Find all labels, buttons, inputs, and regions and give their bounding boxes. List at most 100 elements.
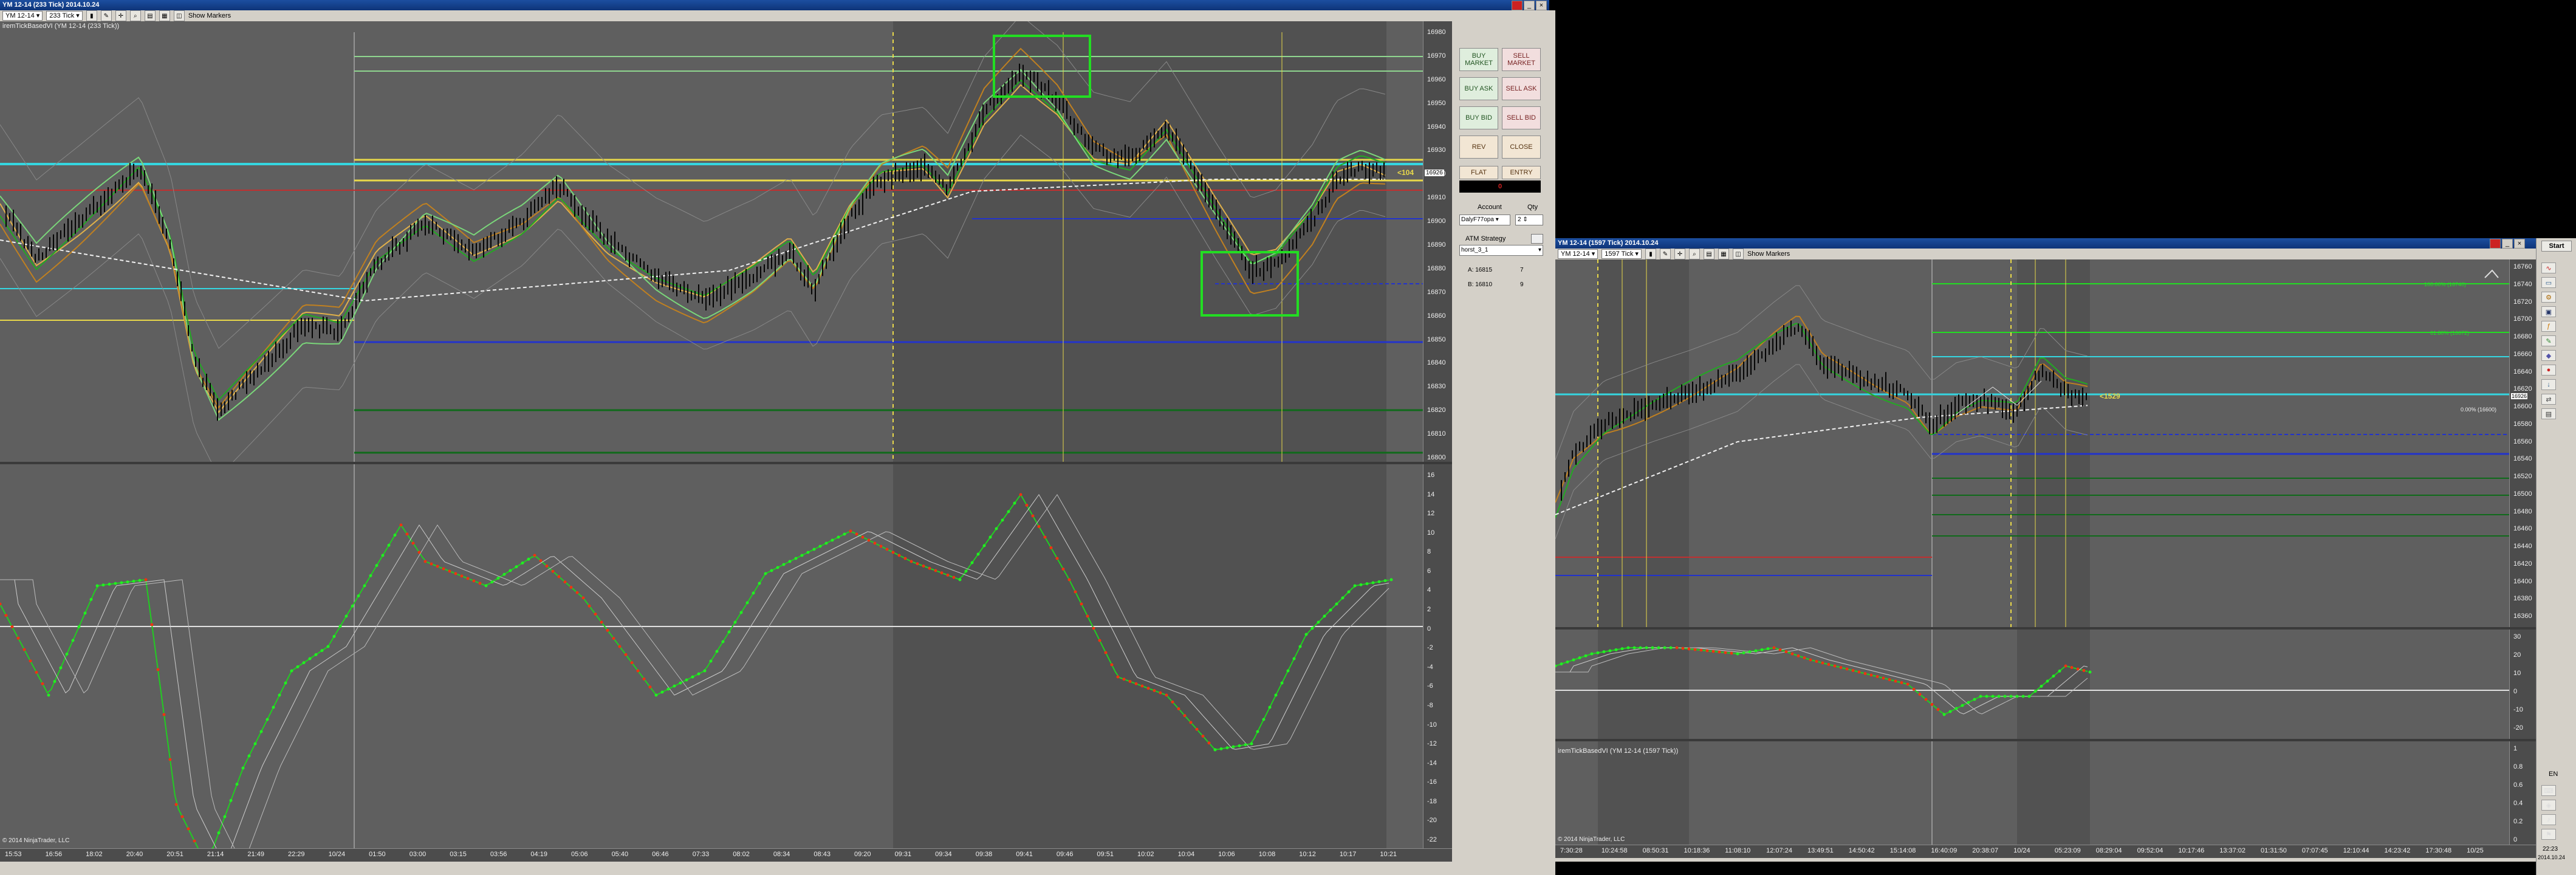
price-axis[interactable]: 1698016970169601695016940169301692016910…	[1423, 21, 1452, 462]
account-select[interactable]: DalyF77opa ▾	[1459, 214, 1510, 225]
time-tick: 10:17	[1339, 851, 1357, 858]
pen-icon[interactable]: ✎	[2541, 335, 2556, 346]
chart-icon[interactable]: ∿	[2541, 262, 2556, 273]
qty-stepper[interactable]: 2 ⇕	[1515, 214, 1543, 225]
time-axis[interactable]: 15:53 16:56 18:02 20:40 20:51 21:14 21:49 22:29…	[0, 848, 1452, 862]
osc-dot	[606, 628, 609, 632]
buy-ask-button[interactable]: BUY ASK	[1459, 77, 1498, 100]
second-oscillator-panel[interactable]	[1555, 630, 2509, 739]
second-oscillator-axis[interactable]: 30 20 10 0 -10 -20	[2509, 630, 2536, 739]
second-time-axis[interactable]: 7:30:28 10:24:58 08:50:31 10:18:36 11:08:10 1…	[1555, 845, 2536, 858]
properties-icon[interactable]: ▤	[1703, 249, 1714, 259]
collapse-icon[interactable]	[2484, 269, 2499, 278]
bar-type-icon[interactable]: ▮	[86, 10, 97, 21]
pencil-icon[interactable]: ✎	[1659, 249, 1671, 259]
crosshair-icon[interactable]: ✛	[1674, 249, 1685, 259]
osc-dot	[1869, 673, 1873, 677]
entry-button[interactable]: ENTRY	[1502, 166, 1541, 179]
buy-bid-button[interactable]: BUY BID	[1459, 106, 1498, 129]
date: 2014.10.24	[2538, 854, 2566, 860]
interval-selector[interactable]: 233 Tick ▾	[46, 11, 83, 21]
zoom-icon[interactable]: ⌕	[129, 10, 141, 21]
osc-dot	[1159, 691, 1162, 695]
sell-ask-button[interactable]: SELL ASK	[1502, 77, 1541, 100]
second-indicator-axis[interactable]: 1 0.8 0.6 0.4 0.2 0	[2509, 741, 2536, 845]
close-icon[interactable]: ×	[1536, 1, 1547, 10]
instrument-selector[interactable]: YM 12-14 ▾	[1558, 249, 1598, 259]
sell-bid-button[interactable]: SELL BID	[1502, 106, 1541, 129]
download-icon[interactable]: ↓	[2541, 379, 2556, 390]
price-tick: 16960	[1427, 75, 1446, 83]
time-tick: 10:06	[1218, 851, 1235, 858]
red-alert-icon[interactable]	[2490, 239, 2501, 249]
osc-dot	[1116, 675, 1120, 679]
time-tick: 15:53	[5, 851, 22, 858]
osc-dot	[1675, 646, 1679, 650]
save-icon[interactable]: ▣	[2541, 306, 2556, 317]
show-markers-label[interactable]: Show Markers	[188, 12, 231, 19]
volume-icon[interactable]: ♪	[2541, 814, 2556, 825]
fx-icon[interactable]: ƒ	[2541, 321, 2556, 332]
red-alert-icon[interactable]	[1512, 1, 1523, 10]
osc-dot	[1019, 493, 1023, 496]
bar-type-icon[interactable]: ▮	[1645, 249, 1656, 259]
osc-dot	[1699, 648, 1703, 652]
oscillator-panel[interactable]: © 2014 NinjaTrader, LLC	[0, 464, 1423, 848]
atm-select[interactable]: horst_3_1 ▾	[1459, 245, 1543, 256]
pencil-icon[interactable]: ✎	[100, 10, 112, 21]
osc-tick: -14	[1427, 759, 1437, 767]
osc-dot	[484, 584, 488, 588]
osc-dot	[1310, 626, 1314, 630]
indicator-label: iremTickBasedVI (YM 12-14 (233 Tick))	[2, 22, 120, 30]
osc-dot	[563, 580, 567, 584]
network-icon[interactable]: ◈	[2541, 800, 2556, 811]
tools-icon[interactable]: ⚙	[2541, 292, 2556, 303]
second-indicator-panel[interactable]: iremTickBasedVI (YM 12-14 (1597 Tick)) ©…	[1555, 741, 2509, 845]
window-icon[interactable]: ▭	[2541, 277, 2556, 288]
buy-market-button[interactable]: BUY MARKET	[1459, 48, 1498, 71]
minimize-icon[interactable]: _	[1524, 1, 1535, 10]
share-icon[interactable]: ⇄	[2541, 394, 2556, 405]
osc-dot	[35, 671, 38, 674]
second-price-panel[interactable]: 100.00% (16740) 61.80% (16672) 0.00% (16…	[1555, 259, 2509, 627]
keyboard-icon[interactable]: ⌨	[2541, 785, 2556, 796]
start-button[interactable]: Start	[2541, 241, 2572, 252]
close-icon[interactable]: ×	[2514, 239, 2525, 249]
minimize-icon[interactable]: _	[2502, 239, 2513, 249]
osc-dot	[490, 580, 494, 584]
clock[interactable]: 22:23	[2543, 846, 2558, 853]
marker-icon[interactable]: ◫	[1732, 249, 1744, 259]
flat-button[interactable]: FLAT	[1459, 166, 1498, 179]
interval-selector[interactable]: 1597 Tick ▾	[1601, 249, 1642, 259]
atm-settings-button[interactable]	[1531, 234, 1543, 244]
show-markers-label[interactable]: Show Markers	[1747, 250, 1790, 258]
language-indicator[interactable]: EN	[2549, 770, 2558, 778]
sell-market-button[interactable]: SELL MARKET	[1502, 48, 1541, 71]
price-tick: 16540	[2513, 455, 2532, 463]
crosshair-icon[interactable]: ✛	[115, 10, 126, 21]
second-price-axis[interactable]: 16760 16740 16720 16700 16680 16660 16640 16620…	[2509, 259, 2536, 627]
osc-dot	[1663, 646, 1667, 650]
osc-tick: -18	[1427, 797, 1437, 805]
osc-dot	[891, 551, 895, 554]
zoom-icon[interactable]: ⌕	[1688, 249, 1700, 259]
monitor-icon[interactable]: ▤	[2541, 408, 2556, 419]
osc-dot	[1572, 658, 1575, 662]
grid-icon[interactable]: ▦	[159, 10, 170, 21]
osc-dot	[739, 611, 743, 614]
close-button[interactable]: CLOSE	[1502, 136, 1541, 159]
osc-dot	[1912, 687, 1916, 691]
instrument-selector[interactable]: YM 12-14 ▾	[2, 11, 43, 21]
oscillator-axis[interactable]: 16 14 12 10 8 6 4 2 0 -2 -4 -6 -8 -10 -12 -14 -16 -18 -20 -…	[1423, 464, 1452, 848]
stop-icon[interactable]: ●	[2541, 365, 2556, 376]
osc-tick: 10	[1427, 529, 1435, 537]
grid-icon[interactable]: ▦	[1718, 249, 1729, 259]
flag-icon[interactable]: ⚑	[2541, 829, 2556, 840]
tag-icon[interactable]: ◆	[2541, 350, 2556, 361]
rev-button[interactable]: REV	[1459, 136, 1498, 159]
marker-icon[interactable]: ◫	[173, 10, 185, 21]
osc-dot	[442, 567, 445, 571]
price-panel[interactable]: iremTickBasedVI (YM 12-14 (233 Tick)) <1…	[0, 21, 1423, 462]
properties-icon[interactable]: ▤	[144, 10, 156, 21]
osc-dot	[648, 685, 652, 689]
